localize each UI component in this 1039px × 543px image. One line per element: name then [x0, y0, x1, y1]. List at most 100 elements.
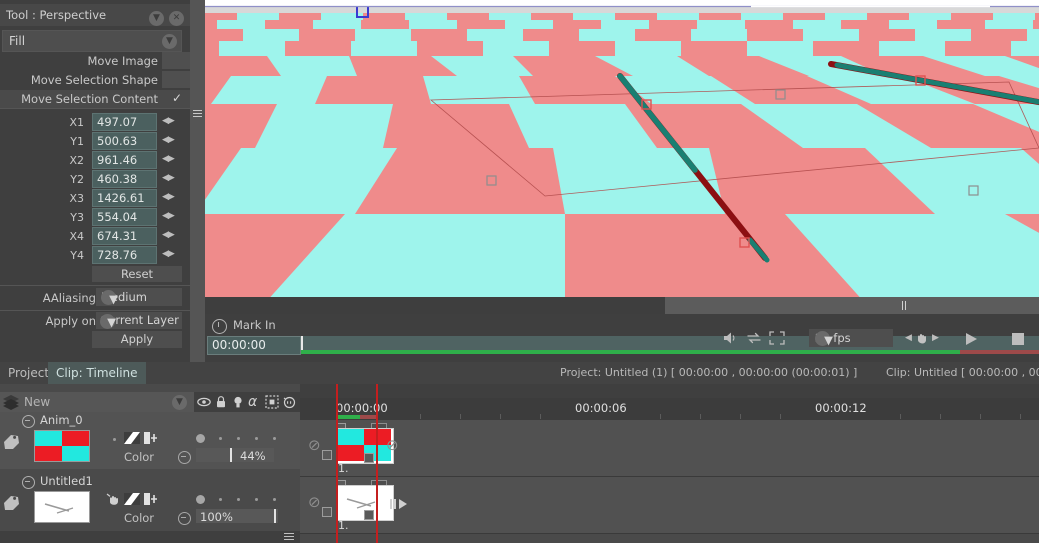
timecode-input[interactable]: 00:00:00 [207, 336, 301, 355]
spinner-icon[interactable]: ◀▶ [162, 230, 175, 240]
coord-value: 728.76 [97, 248, 138, 262]
spinner-icon[interactable]: ◀▶ [162, 249, 175, 259]
opacity-reset-icon[interactable] [178, 512, 191, 525]
null-icon[interactable]: ⊘ [308, 436, 321, 454]
layer-row-anim0[interactable]: Anim_0 Color 44% [0, 412, 300, 469]
speaker-icon[interactable] [723, 331, 739, 345]
timeline-mark-in-range [336, 415, 360, 419]
apply-on-dropdown[interactable]: Current Layer ▼ [96, 312, 182, 329]
viewport-horizontal-scrollbar[interactable] [205, 297, 1039, 323]
spinner-icon[interactable]: ◀▶ [162, 154, 175, 164]
frame-handle[interactable] [364, 453, 374, 463]
chevron-down-icon[interactable]: ▼ [100, 314, 116, 329]
blend-mode-label[interactable]: Color [124, 511, 154, 525]
selection-icon[interactable] [265, 395, 279, 409]
coord-field-y4[interactable]: Y4 728.76 ◀▶ [0, 246, 190, 265]
stop-icon[interactable] [1010, 331, 1026, 347]
onion-prev-icon[interactable] [124, 493, 140, 505]
layer-row-untitled1[interactable]: Untitled1 Color 100% [0, 473, 300, 531]
close-icon[interactable]: ✕ [169, 11, 184, 26]
timeline-track-anim0[interactable]: ⊘ ⊘ 1. [300, 420, 1039, 477]
chevron-down-icon[interactable]: ▼ [149, 11, 164, 26]
hold-icon[interactable] [390, 497, 408, 511]
keyframe-number: 1. [338, 462, 349, 475]
chevron-down-icon[interactable]: ▼ [101, 290, 118, 306]
onion-skin-hand-icon[interactable] [106, 492, 122, 508]
minus-circle-icon[interactable] [22, 415, 35, 428]
spinner-icon[interactable]: ◀▶ [162, 135, 175, 145]
lightbulb-icon[interactable] [231, 395, 245, 409]
alpha-icon[interactable]: α [248, 395, 262, 409]
chevron-down-icon[interactable]: ▼ [815, 331, 833, 347]
aaliasing-label: AAliasing [42, 291, 96, 305]
option-checkbox[interactable] [162, 52, 190, 69]
chevron-down-icon[interactable]: ▼ [172, 395, 187, 410]
scrub-right-icon[interactable]: ▶ [932, 333, 939, 343]
coord-field-y2[interactable]: Y2 460.38 ◀▶ [0, 170, 190, 189]
timeline-playhead-in[interactable] [336, 384, 338, 543]
option-move-selection-content[interactable]: Move Selection Content ✓ [0, 90, 190, 108]
spinner-icon[interactable]: ◀▶ [162, 211, 175, 221]
add-frame-icon[interactable] [144, 493, 161, 505]
onion-skin-icon[interactable] [282, 395, 296, 409]
coord-field-x2[interactable]: X2 961.46 ◀▶ [0, 151, 190, 170]
option-move-image[interactable]: Move Image [0, 52, 190, 70]
coord-field-x4[interactable]: X4 674.31 ◀▶ [0, 227, 190, 246]
option-checkbox[interactable] [162, 71, 190, 88]
tag-icon[interactable] [2, 492, 22, 510]
eye-icon[interactable] [197, 395, 211, 409]
coord-field-y3[interactable]: Y3 554.04 ◀▶ [0, 208, 190, 227]
loop-icon[interactable] [746, 331, 762, 345]
scrub-left-icon[interactable]: ◀ [905, 333, 912, 343]
opacity-handle[interactable] [196, 495, 205, 504]
null-icon[interactable]: ⊘ [386, 436, 399, 454]
frame-handle[interactable] [322, 507, 332, 517]
option-move-selection-shape[interactable]: Move Selection Shape [0, 71, 190, 89]
scrollbar-thumb[interactable] [205, 297, 665, 314]
timeline-track-untitled1[interactable]: ⊘ 1. [300, 477, 1039, 534]
ruler-time-label: 00:00:00 [336, 401, 388, 415]
fullscreen-icon[interactable] [769, 331, 785, 345]
aaliasing-row: AAliasing Medium ▼ [0, 288, 190, 308]
timeline-ruler[interactable]: 00:00:00 00:00:06 00:00:12 [300, 398, 1039, 420]
frame-handle[interactable] [322, 450, 332, 460]
aaliasing-dropdown[interactable]: Medium ▼ [96, 288, 182, 306]
coord-field-x1[interactable]: X1 497.07 ◀▶ [0, 113, 190, 132]
opacity-slider-knob[interactable] [230, 448, 232, 462]
layer-thumbnail[interactable] [34, 430, 90, 462]
spinner-icon[interactable]: ◀▶ [162, 192, 175, 202]
coord-field-x3[interactable]: X3 1426.61 ◀▶ [0, 189, 190, 208]
apply-button[interactable]: Apply [92, 331, 182, 348]
opacity-reset-icon[interactable] [178, 451, 191, 464]
frame-handle[interactable] [364, 510, 374, 520]
fps-dropdown[interactable]: 24 fps ▼ [809, 329, 893, 347]
fill-mode-dropdown[interactable]: Fill ▼ [2, 30, 182, 52]
reset-button[interactable]: Reset [92, 266, 182, 282]
resize-grip-icon[interactable] [284, 533, 294, 540]
opacity-handle[interactable] [196, 434, 205, 443]
lock-icon[interactable] [214, 395, 228, 409]
panel-splitter[interactable] [190, 0, 205, 362]
spinner-icon[interactable]: ◀▶ [162, 173, 175, 183]
mark-in-icon[interactable] [212, 319, 227, 334]
coord-field-y1[interactable]: Y1 500.63 ◀▶ [0, 132, 190, 151]
null-icon[interactable]: ⊘ [308, 493, 321, 511]
opacity-tick [237, 437, 240, 440]
layer-stack-icon[interactable] [2, 394, 20, 410]
play-icon[interactable] [963, 331, 979, 347]
chevron-down-icon[interactable]: ▼ [162, 34, 177, 49]
tab-clip-timeline[interactable]: Clip: Timeline [48, 362, 146, 384]
layer-thumbnail[interactable] [34, 491, 90, 523]
spinner-icon[interactable]: ◀▶ [162, 116, 175, 126]
divider [0, 310, 190, 311]
add-frame-icon[interactable] [144, 432, 161, 444]
blend-mode-label[interactable]: Color [124, 450, 154, 464]
hand-icon[interactable] [915, 331, 929, 345]
perspective-viewport[interactable] [205, 0, 1039, 303]
opacity-slider-knob[interactable] [274, 509, 276, 523]
minus-circle-icon[interactable] [22, 476, 35, 489]
apply-on-row: Apply on Current Layer ▼ [0, 312, 190, 330]
onion-prev-icon[interactable] [124, 432, 140, 444]
timeline-playhead-out[interactable] [376, 384, 378, 543]
tag-icon[interactable] [2, 431, 22, 449]
